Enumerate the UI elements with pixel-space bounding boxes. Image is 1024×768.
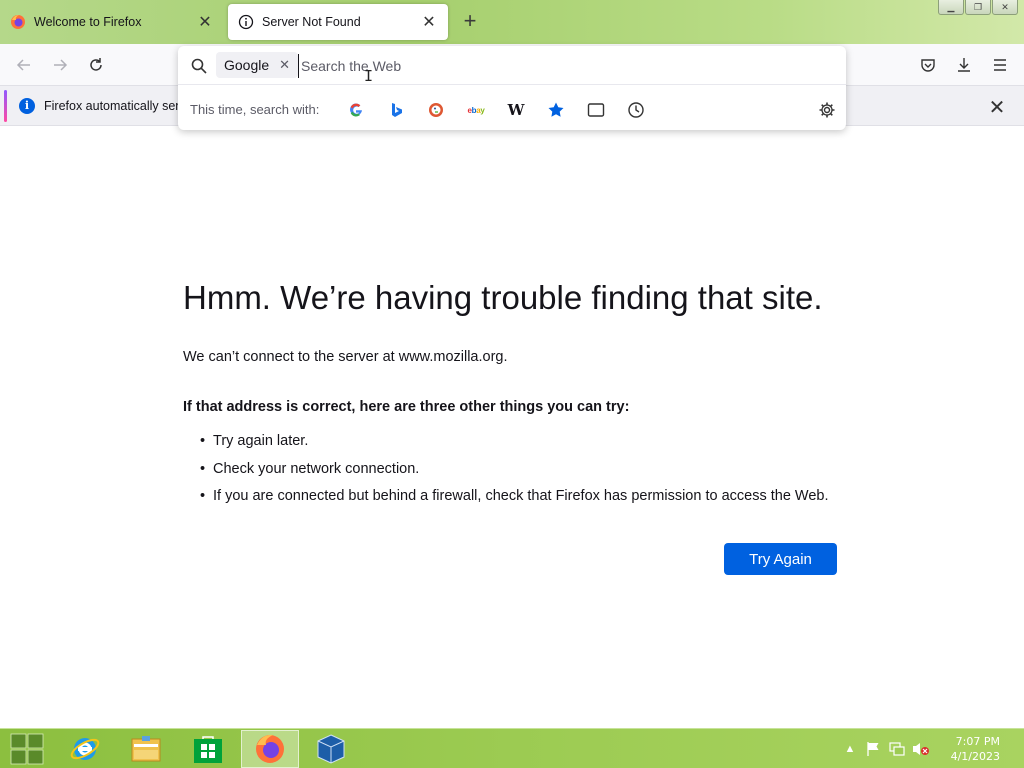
file-explorer-icon — [131, 736, 161, 762]
start-button[interactable] — [0, 730, 54, 768]
wikipedia-engine-button[interactable]: W — [503, 97, 529, 123]
close-window-button[interactable]: ✕ — [992, 0, 1018, 15]
error-description: We can’t connect to the server at www.mo… — [183, 349, 508, 365]
google-icon — [350, 103, 362, 117]
taskbar-file-explorer[interactable] — [117, 730, 175, 768]
close-tab-icon[interactable]: ✕ — [196, 12, 214, 32]
volume-status[interactable] — [912, 741, 930, 757]
tab-server-not-found[interactable]: Server Not Found ✕ — [228, 4, 448, 40]
info-circle-icon — [238, 14, 254, 30]
tab-label: Server Not Found — [262, 15, 361, 29]
network-icon — [889, 742, 905, 756]
system-clock[interactable]: 7:07 PM 4/1/2023 — [951, 734, 1000, 764]
bing-engine-button[interactable] — [383, 97, 409, 123]
search-icon — [191, 58, 207, 74]
download-icon — [958, 58, 970, 72]
volume-muted-icon — [913, 743, 929, 755]
bookmarks-button[interactable] — [543, 97, 569, 123]
taskbar-virtualbox[interactable] — [302, 730, 360, 768]
minimize-button[interactable]: ▁ — [938, 0, 964, 15]
close-icon: ✕ — [1001, 1, 1009, 12]
star-icon — [548, 102, 564, 117]
remove-engine-icon[interactable]: ✕ — [279, 57, 290, 73]
gear-icon — [819, 102, 835, 118]
firefox-icon — [11, 15, 25, 29]
chevron-up-icon: ▲ — [844, 743, 856, 755]
internet-explorer-icon — [70, 738, 100, 760]
virtualbox-icon — [317, 734, 345, 764]
flag-icon — [867, 742, 879, 756]
suggestions-list: Try again later. Check your network conn… — [200, 433, 829, 516]
pocket-icon — [921, 59, 935, 72]
back-arrow-icon — [16, 59, 30, 71]
downloads-button[interactable] — [953, 54, 975, 76]
history-button[interactable] — [623, 97, 649, 123]
google-engine-button[interactable] — [343, 97, 369, 123]
new-tab-button[interactable]: + — [458, 9, 482, 33]
search-engine-chip[interactable]: Google ✕ — [216, 52, 299, 78]
engine-chip-label: Google — [224, 57, 270, 73]
list-item: Try again later. — [200, 433, 829, 461]
plus-icon: + — [463, 8, 477, 33]
list-item: Check your network connection. — [200, 461, 829, 489]
close-icon: ✕ — [988, 97, 1006, 119]
wikipedia-icon: W — [507, 101, 525, 119]
start-icon — [10, 733, 44, 765]
back-button[interactable] — [13, 54, 35, 76]
close-tab-icon[interactable]: ✕ — [420, 12, 438, 32]
text-cursor-icon: I — [364, 67, 374, 85]
duckduckgo-icon — [429, 103, 443, 117]
list-item: If you are connected but behind a firewa… — [200, 488, 828, 516]
taskbar-firefox[interactable] — [241, 730, 299, 768]
search-settings-button[interactable] — [815, 98, 839, 122]
info-icon: i — [19, 98, 35, 114]
url-input[interactable] — [298, 54, 818, 78]
clock-icon — [628, 102, 644, 118]
tab-label: Welcome to Firefox — [34, 15, 142, 29]
tab-strip: Welcome to Firefox ✕ Server Not Found ✕ … — [0, 0, 1024, 44]
hamburger-menu-icon — [994, 59, 1006, 71]
search-with-label: This time, search with: — [190, 102, 320, 117]
try-again-button[interactable]: Try Again — [724, 543, 837, 575]
clock-date: 4/1/2023 — [950, 750, 1000, 763]
ebay-engine-button[interactable]: ebay — [463, 97, 489, 123]
notification-close-button[interactable]: ✕ — [986, 95, 1008, 120]
taskbar-store[interactable] — [179, 730, 237, 768]
app-menu-button[interactable] — [989, 54, 1011, 76]
error-page: Hmm. We’re having trouble finding that s… — [0, 127, 1024, 728]
tab-welcome-to-firefox[interactable]: Welcome to Firefox ✕ — [0, 2, 224, 42]
clock-time: 7:07 PM — [955, 735, 1000, 748]
divider — [178, 84, 846, 85]
notification-accent — [4, 90, 7, 122]
duckduckgo-engine-button[interactable] — [423, 97, 449, 123]
suggestions-heading: If that address is correct, here are thr… — [183, 399, 630, 415]
taskbar: ▲ 7:07 PM 4/1/2023 — [0, 728, 1024, 768]
reload-button[interactable] — [85, 54, 107, 76]
store-icon — [194, 736, 222, 763]
firefox-icon — [256, 734, 284, 763]
pocket-button[interactable] — [917, 54, 939, 76]
minimize-icon: ▁ — [947, 1, 955, 12]
window-controls: ▁ ❐ ✕ — [937, 0, 1018, 15]
bing-icon — [392, 103, 402, 117]
tabs-button[interactable] — [583, 97, 609, 123]
ebay-icon: ebay — [467, 105, 485, 115]
forward-button[interactable] — [49, 54, 71, 76]
forward-arrow-icon — [54, 59, 68, 71]
urlbar-dropdown: Google ✕ I This time, search with: ebay … — [178, 46, 846, 130]
notification-text: Firefox automatically sends some data to… — [44, 99, 179, 113]
reload-icon — [90, 58, 102, 71]
tab-icon — [587, 103, 605, 117]
action-center-flag[interactable] — [864, 741, 882, 757]
show-hidden-icons-button[interactable]: ▲ — [844, 741, 856, 757]
error-title: Hmm. We’re having trouble finding that s… — [183, 279, 823, 316]
restore-button[interactable]: ❐ — [965, 0, 991, 15]
restore-icon: ❐ — [973, 1, 983, 12]
network-status[interactable] — [888, 741, 906, 757]
taskbar-internet-explorer[interactable] — [56, 730, 114, 768]
